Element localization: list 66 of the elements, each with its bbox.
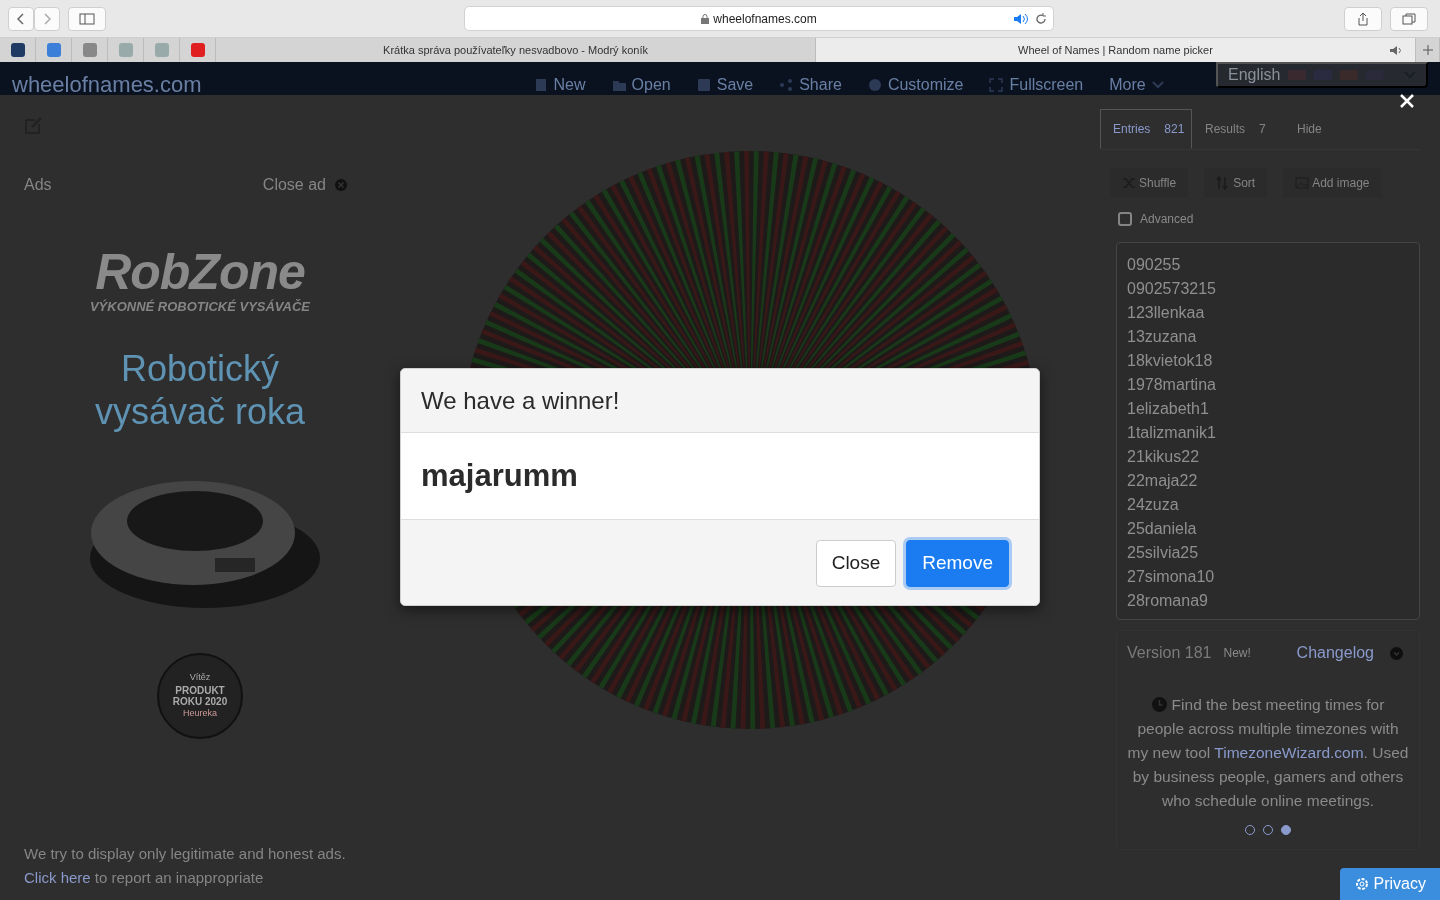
new-label: New! — [1223, 645, 1251, 662]
panel-tab[interactable]: Hide — [1284, 109, 1376, 149]
winner-name: majarumm — [421, 456, 579, 495]
reload-icon[interactable] — [1035, 12, 1047, 25]
badge-brand: Heureka — [183, 706, 217, 720]
share-button[interactable] — [1344, 6, 1382, 31]
nav-item[interactable]: Customize — [867, 75, 964, 95]
back-button[interactable] — [8, 6, 34, 31]
close-ad-button[interactable]: Close ad — [262, 173, 348, 197]
nav-item[interactable]: Save — [696, 75, 754, 95]
site-icon[interactable] — [189, 42, 206, 58]
close-icon — [1400, 93, 1414, 108]
timezone-link[interactable]: TimezoneWizard.com — [1214, 744, 1364, 761]
site-icon[interactable] — [9, 42, 26, 58]
news-text: Find the best meeting times for people across multiple timezones with my new tool TimezoneWizard.com. Used by business people, gamers and others who schedule online meetings. — [1127, 695, 1409, 811]
lock-icon — [701, 13, 710, 24]
nav-item[interactable]: Fullscreen — [989, 75, 1084, 95]
badge-title: PRODUKT ROKU 2020 — [171, 684, 229, 707]
ad-logo: RobZone — [95, 247, 305, 297]
ads-label: Ads — [24, 175, 52, 195]
panel-tab[interactable]: Results 7 — [1192, 109, 1284, 149]
nav-icon — [696, 78, 711, 92]
address-bar[interactable]: wheelofnames.com — [464, 6, 1054, 31]
plus-icon[interactable] — [1422, 45, 1433, 55]
tabs-button[interactable] — [1390, 6, 1428, 31]
speaker-icon[interactable] — [1389, 44, 1403, 56]
tabs-icon — [1402, 12, 1416, 25]
close-icon — [334, 178, 348, 192]
carousel-dot[interactable] — [1281, 825, 1291, 835]
settings-icon — [1353, 876, 1370, 892]
version-label: Version 181 — [1127, 643, 1212, 663]
privacy-button[interactable]: Privacy — [1339, 868, 1440, 900]
ad-tagline: VÝKONNÉ ROBOTICKÉ VYSÁVAČE — [88, 298, 312, 316]
forward-icon — [43, 12, 51, 25]
share-icon — [1357, 11, 1369, 26]
nav-item[interactable]: More — [1109, 75, 1164, 95]
sidebar-icon — [79, 12, 95, 25]
entries-textarea[interactable]: 090255 0902573215 123llenkaa 13zuzana 18kvietok18 1978martina 1elizabeth1 1talizmanik1 21kikus22 22maja22 24zuza 25daniela 25silvia25 27simona10 28romana9 — [1116, 242, 1420, 620]
ad-headline: Robotický vysávač roka — [93, 346, 307, 433]
badge-caption: Vítěz — [189, 671, 211, 685]
clock-icon — [1151, 697, 1167, 712]
nav-icon — [611, 78, 626, 92]
panel-tab[interactable]: Entries 821 — [1100, 109, 1192, 149]
remove-button[interactable]: Remove — [906, 540, 1009, 587]
language-select[interactable]: English — [1216, 62, 1428, 88]
browser-tab[interactable]: Wheel of Names | Random name picker — [816, 38, 1416, 62]
back-icon — [17, 12, 25, 25]
sidebar-button[interactable] — [68, 6, 106, 31]
nav-icon — [989, 78, 1004, 92]
nav-item[interactable]: Share — [779, 75, 842, 95]
forward-button[interactable] — [34, 6, 60, 31]
dialog-title: We have a winner! — [420, 386, 621, 416]
changelog-link[interactable]: Changelog — [1296, 641, 1374, 665]
nav-icon — [533, 78, 548, 92]
caret-icon — [1151, 81, 1164, 89]
close-button[interactable]: Close — [815, 540, 897, 587]
nav-item[interactable]: New — [533, 75, 586, 95]
nav-icon — [779, 78, 794, 92]
speaker-icon[interactable] — [1013, 12, 1029, 25]
ad-notice: We try to display only legitimate and honest ads. Click here to report an inappropriate — [24, 844, 347, 888]
chevron-icon[interactable] — [1390, 646, 1403, 660]
nav-item[interactable]: Open — [611, 75, 671, 95]
nav-icon — [867, 78, 882, 92]
site-logo[interactable]: wheelofnames.com — [12, 75, 202, 95]
advanced-checkbox[interactable]: Advanced — [1118, 210, 1420, 228]
report-link[interactable]: Click here — [24, 869, 91, 886]
